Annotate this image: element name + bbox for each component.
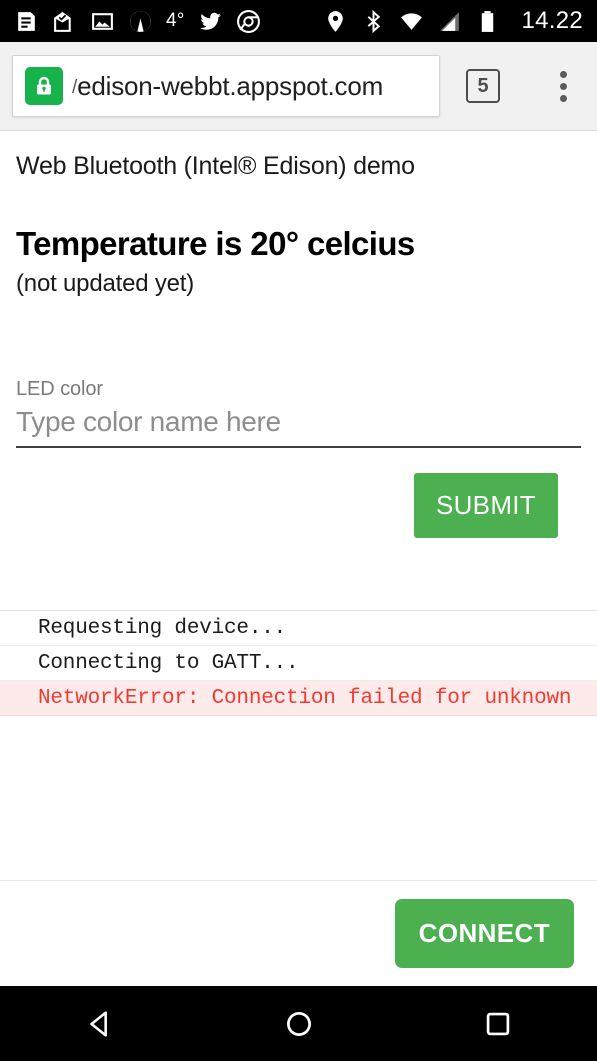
tab-counter-button[interactable]: 5: [466, 69, 500, 103]
nav-recents-button[interactable]: [398, 1007, 597, 1041]
url-bar[interactable]: /edison-webbt.appspot.com: [12, 55, 440, 117]
wifi-icon: [401, 12, 423, 30]
cell-signal-icon: [440, 11, 460, 31]
browser-toolbar: /edison-webbt.appspot.com 5: [0, 42, 597, 131]
tab-count-label: 5: [477, 74, 489, 97]
page-footer: CONNECT: [0, 880, 597, 986]
overflow-menu-icon[interactable]: [552, 65, 575, 108]
log-row-error: NetworkError: Connection failed for unkn…: [0, 681, 597, 716]
android-nav-bar: [0, 986, 597, 1061]
mail-open-icon: [54, 11, 71, 32]
submit-row: SUBMIT: [16, 473, 581, 538]
home-circle-icon: [286, 1011, 311, 1036]
back-triangle-icon: [89, 1010, 107, 1037]
page-title: Web Bluetooth (Intel® Edison) demo: [16, 152, 415, 180]
status-bar-notifications: 4°: [14, 9, 323, 34]
page-header-section: Web Bluetooth (Intel® Edison) demo Tempe…: [0, 131, 597, 538]
news-article-icon: [18, 11, 35, 31]
location-pin-icon: [328, 10, 344, 32]
led-color-label: LED color: [16, 378, 103, 400]
lock-icon[interactable]: [25, 67, 63, 105]
phone-screen: 4° 14.22 /edison-webbt.appspot.com 5 Web…: [0, 0, 597, 1061]
nav-back-button[interactable]: [0, 1007, 199, 1041]
url-host: edison-webbt.appspot.com: [77, 70, 384, 101]
status-bar-temperature: 4°: [166, 10, 185, 31]
battery-icon: [482, 10, 494, 32]
led-color-field-group: LED color: [16, 378, 581, 448]
temperature-heading: Temperature is 20° celcius: [16, 225, 415, 262]
status-bar-clock: 14.22: [521, 7, 583, 34]
chrome-icon: [236, 9, 260, 33]
photo-image-icon: [92, 12, 113, 30]
nav-home-button[interactable]: [199, 1007, 398, 1041]
submit-button[interactable]: SUBMIT: [413, 473, 558, 538]
log-row: Connecting to GATT...: [0, 646, 597, 681]
weather-mountain-icon: [130, 10, 151, 32]
connect-button[interactable]: CONNECT: [394, 899, 574, 968]
temperature-status: (not updated yet): [16, 270, 195, 297]
log-row: Requesting device...: [0, 611, 597, 646]
bluetooth-icon: [368, 9, 381, 33]
twitter-icon: [199, 12, 221, 30]
web-page-content: Web Bluetooth (Intel® Edison) demo Tempe…: [0, 131, 597, 986]
recents-square-icon: [486, 1012, 509, 1035]
led-color-input[interactable]: [16, 401, 581, 448]
log-console: Requesting device... Connecting to GATT.…: [0, 610, 597, 880]
android-status-bar: 4° 14.22: [0, 0, 597, 42]
url-text[interactable]: /edison-webbt.appspot.com: [72, 71, 383, 102]
status-bar-system-icons: 14.22: [323, 7, 583, 35]
